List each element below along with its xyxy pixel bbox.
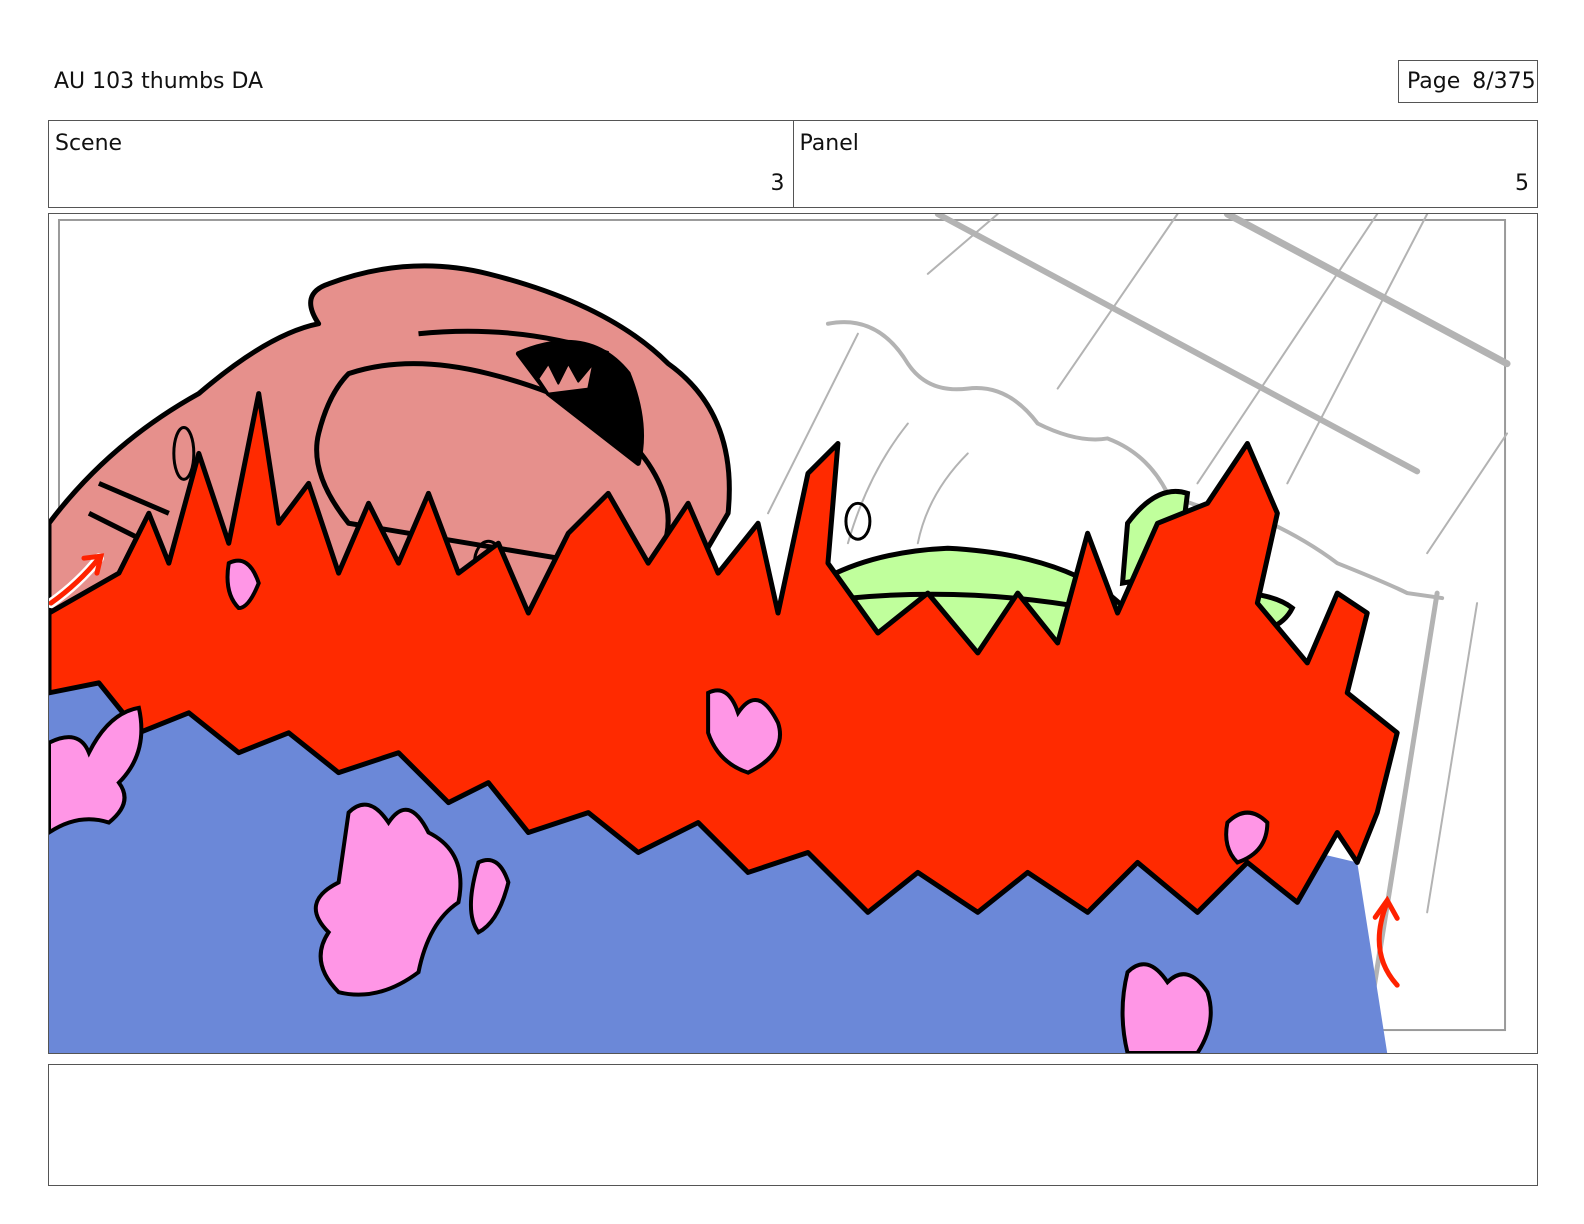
panel-label: Panel: [799, 131, 859, 156]
document-title: AU 103 thumbs DA: [54, 69, 264, 94]
notes-box: [48, 1064, 1538, 1186]
page-label: Page: [1407, 69, 1461, 94]
scene-label: Scene: [55, 131, 123, 156]
scene-number: 3: [770, 171, 785, 196]
panel-number: 5: [1515, 171, 1529, 196]
scene-cell: Scene 3: [49, 121, 793, 207]
page-indicator: Page 8/375: [1398, 60, 1538, 103]
scene-panel-table: Scene 3 Panel 5: [48, 120, 1538, 208]
panel-cell: Panel 5: [792, 121, 1538, 207]
page-number: 8/375: [1472, 69, 1536, 94]
storyboard-drawing: [49, 214, 1511, 1053]
storyboard-frame: [48, 213, 1538, 1054]
